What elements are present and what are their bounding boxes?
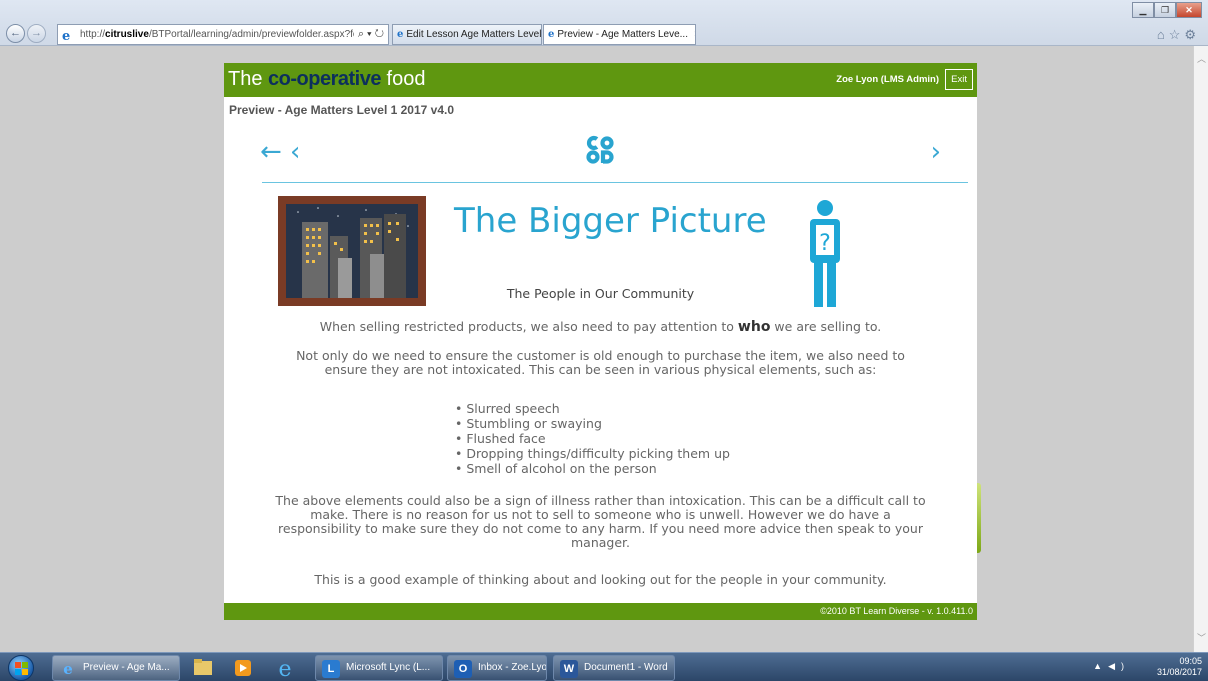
volume-icon[interactable]: ◀) bbox=[1108, 661, 1130, 671]
search-refresh-controls[interactable]: ⌕ ▾ ↻ bbox=[353, 25, 388, 44]
slide-title: The Bigger Picture bbox=[454, 201, 767, 241]
signs-list: Slurred speech Stumbling or swaying Flus… bbox=[455, 401, 730, 476]
start-button[interactable] bbox=[8, 655, 34, 681]
paragraph-who: When selling restricted products, we als… bbox=[274, 319, 927, 335]
paragraph-community: This is a good example of thinking about… bbox=[314, 572, 887, 587]
restore-button[interactable]: ❐ bbox=[1154, 2, 1176, 18]
scroll-down-icon[interactable]: ﹀ bbox=[1194, 631, 1208, 646]
portal-footer: ©2010 BT Learn Diverse - v. 1.0.411.0 bbox=[224, 603, 977, 620]
clock-date: 31/08/2017 bbox=[1156, 667, 1202, 677]
taskbar-media-player[interactable] bbox=[224, 655, 262, 681]
portal-header: The co-operative food Zoe Lyon (LMS Admi… bbox=[224, 63, 977, 97]
ie-icon: e bbox=[62, 29, 71, 44]
side-decoration bbox=[977, 483, 981, 553]
window-controls: ▁ ❐ ✕ bbox=[1132, 2, 1202, 18]
outlook-icon: O bbox=[454, 660, 472, 678]
settings-gear-icon[interactable]: ⚙ bbox=[1184, 27, 1200, 42]
taskbar-item-ie-preview[interactable]: e Preview - Age Ma... bbox=[52, 655, 180, 681]
taskbar-item-word[interactable]: W Document1 - Word bbox=[553, 655, 675, 681]
favorites-star-icon[interactable]: ☆ bbox=[1169, 27, 1185, 42]
copyright-text: ©2010 BT Learn Diverse - v. 1.0.411.0 bbox=[820, 606, 973, 616]
list-item: Flushed face bbox=[455, 431, 730, 446]
list-item: Stumbling or swaying bbox=[455, 416, 730, 431]
taskbar-label: Microsoft Lync (L... bbox=[346, 662, 431, 673]
tab-preview[interactable]: ePreview - Age Matters Leve... × bbox=[543, 24, 696, 45]
clock[interactable]: 09:05 31/08/2017 bbox=[1157, 656, 1202, 678]
person-question-mark: ? bbox=[819, 231, 831, 256]
scroll-up-icon[interactable]: ︿ bbox=[1194, 52, 1208, 67]
forward-arrow-icon: → bbox=[31, 27, 42, 39]
url-path: /BTPortal/learning/admin/previewfolder.a… bbox=[148, 29, 376, 40]
coop-clover-logo-icon bbox=[586, 135, 614, 164]
lms-portal: The co-operative food Zoe Lyon (LMS Admi… bbox=[224, 63, 981, 620]
user-name: Zoe Lyon (LMS Admin) bbox=[836, 74, 939, 85]
close-window-button[interactable]: ✕ bbox=[1176, 2, 1202, 18]
url-host: citruslive bbox=[105, 29, 149, 40]
ie-icon: e bbox=[548, 29, 555, 40]
tray-icons: ▲◀) bbox=[1093, 661, 1130, 672]
paragraph-intoxicated: Not only do we need to ensure the custom… bbox=[296, 348, 905, 377]
media-player-icon bbox=[235, 660, 251, 676]
taskbar: e Preview - Age Ma... e L Microsoft Lync (… bbox=[0, 652, 1208, 681]
exit-button[interactable]: Exit bbox=[945, 69, 973, 90]
p1-emphasis: who bbox=[737, 319, 771, 335]
lync-icon: L bbox=[322, 660, 340, 678]
browser-tools: ⌂☆⚙ bbox=[1157, 27, 1200, 43]
slide-subtitle: The People in Our Community bbox=[506, 286, 695, 301]
coop-food-logo: The co-operative food bbox=[228, 68, 425, 91]
previous-slide-button[interactable]: ← ‹ bbox=[260, 137, 300, 167]
next-slide-button[interactable]: › bbox=[931, 137, 941, 167]
ie-icon: e bbox=[397, 29, 404, 40]
tab-close-icon[interactable]: × bbox=[694, 29, 695, 40]
taskbar-explorer[interactable] bbox=[184, 655, 222, 681]
forward-button[interactable]: → bbox=[27, 24, 46, 43]
vertical-scrollbar[interactable]: ︿ ﹀ bbox=[1193, 46, 1208, 652]
p1-text-after: we are selling to. bbox=[770, 319, 882, 334]
taskbar-ie-pinned[interactable]: e bbox=[266, 655, 304, 681]
url-prefix: http:// bbox=[80, 29, 106, 40]
taskbar-label: Preview - Age Ma... bbox=[83, 662, 170, 673]
list-item: Slurred speech bbox=[455, 401, 730, 416]
svg-text:e: e bbox=[278, 657, 291, 681]
ie-icon: e bbox=[278, 657, 291, 681]
taskbar-item-lync[interactable]: L Microsoft Lync (L... bbox=[315, 655, 443, 681]
paragraph-illness: The above elements could also be a sign … bbox=[275, 493, 926, 550]
folder-icon bbox=[194, 659, 212, 675]
p1-text-before: When selling restricted products, we als… bbox=[319, 319, 738, 334]
list-item: Smell of alcohol on the person bbox=[455, 461, 730, 476]
windows-logo-icon bbox=[15, 662, 28, 675]
brand-the: The bbox=[228, 68, 269, 90]
ie-icon: e bbox=[63, 660, 73, 678]
lesson-slide: ← ‹ › The Bigger Picture ? The People in… bbox=[224, 123, 977, 603]
browser-chrome: ← → e http://citruslive/BTPortal/learning… bbox=[0, 0, 1208, 46]
preview-title: Preview - Age Matters Level 1 2017 v4.0 bbox=[229, 103, 455, 117]
tab-edit-lesson[interactable]: e Edit Lesson Age Matters Level ... bbox=[392, 24, 542, 45]
taskbar-item-outlook[interactable]: O Inbox - Zoe.Lyon... bbox=[447, 655, 547, 681]
home-icon[interactable]: ⌂ bbox=[1157, 27, 1169, 42]
tab-label: Preview - Age Matters Leve... bbox=[557, 29, 688, 40]
back-arrow-icon: ← bbox=[10, 27, 21, 39]
show-hidden-icons-icon[interactable]: ▲ bbox=[1093, 661, 1108, 671]
taskbar-label: Document1 - Word bbox=[584, 662, 668, 673]
divider bbox=[262, 182, 968, 183]
word-icon: W bbox=[560, 660, 578, 678]
minimize-button[interactable]: ▁ bbox=[1132, 2, 1154, 18]
address-bar[interactable]: e http://citruslive/BTPortal/learning/adm… bbox=[57, 24, 389, 45]
back-button[interactable]: ← bbox=[6, 24, 25, 43]
list-item: Dropping things/difficulty picking them … bbox=[455, 446, 730, 461]
taskbar-label: Inbox - Zoe.Lyon... bbox=[478, 662, 547, 673]
tab-label: Edit Lesson Age Matters Level ... bbox=[406, 29, 542, 40]
brand-coop: co-operative bbox=[268, 68, 381, 90]
clock-time: 09:05 bbox=[1179, 656, 1202, 666]
brand-food: food bbox=[380, 68, 426, 90]
